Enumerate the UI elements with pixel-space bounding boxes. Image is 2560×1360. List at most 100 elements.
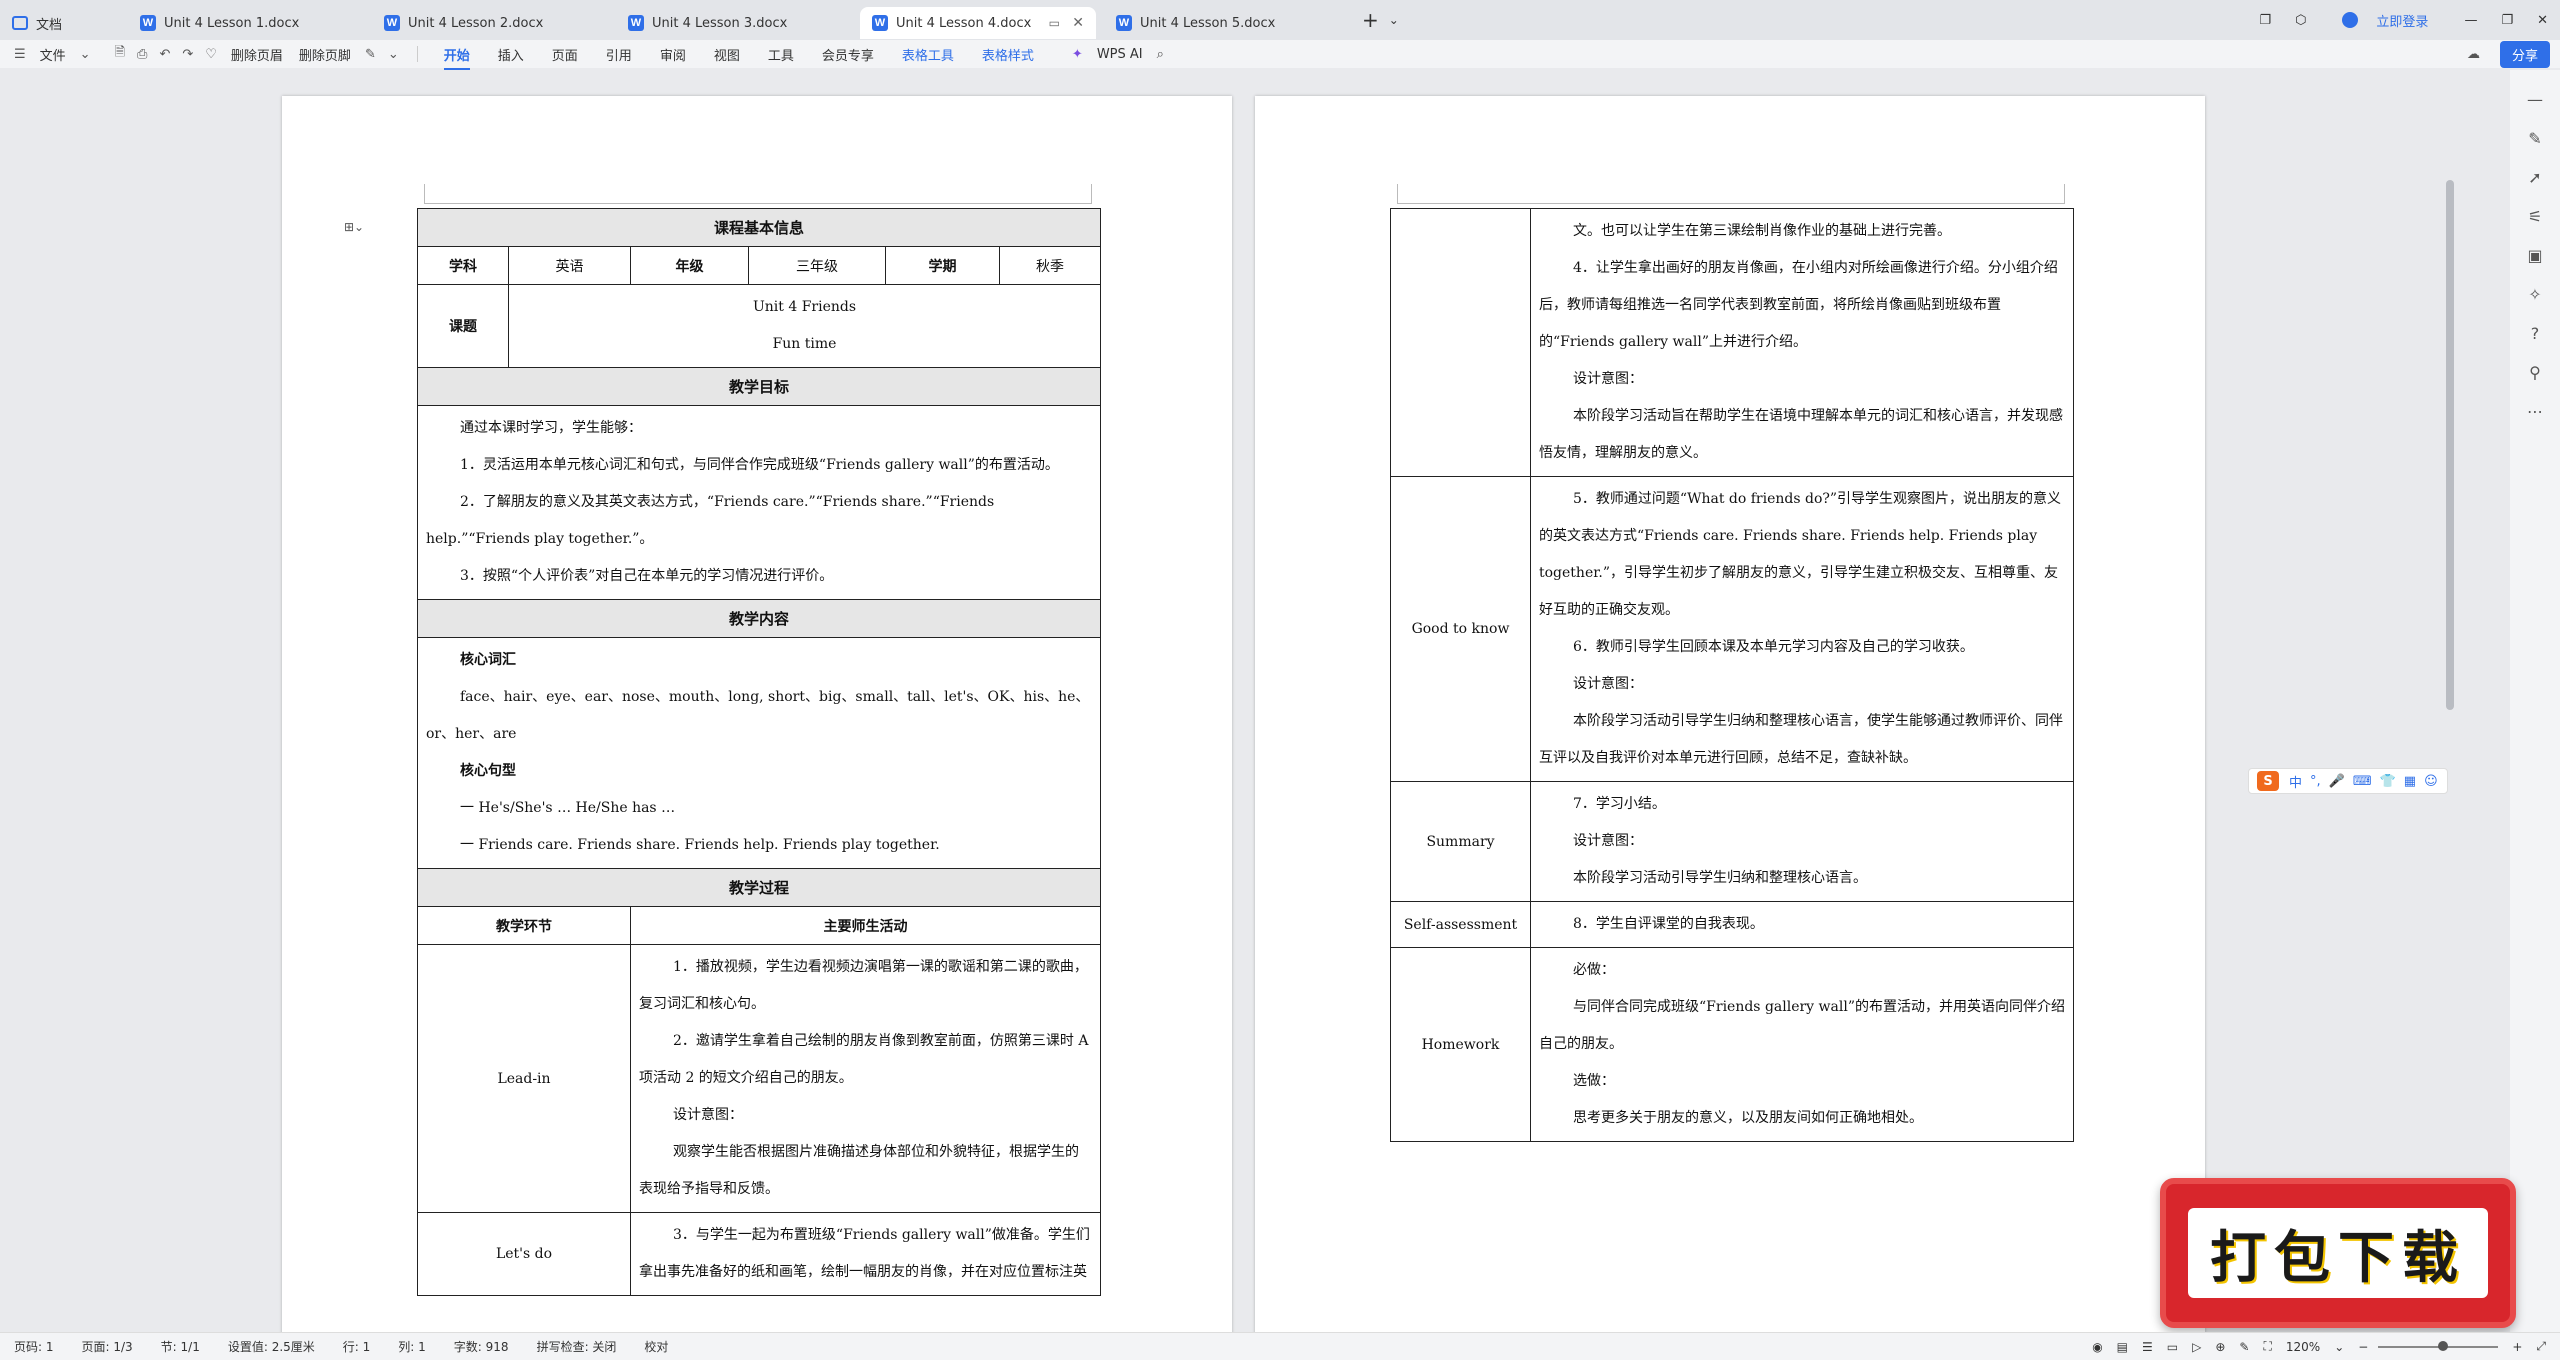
tab-document[interactable]: W Unit 4 Lesson 2.docx xyxy=(372,7,608,39)
ime-punctuation-icon[interactable]: °, xyxy=(2310,774,2321,789)
download-badge[interactable]: 打包下载 xyxy=(2160,1178,2516,1328)
heart-icon[interactable]: ♡ xyxy=(205,47,217,62)
zoom-slider[interactable] xyxy=(2378,1340,2499,1351)
input-method-bar[interactable]: S 中 °, 🎤 ⌨ 👕 ▦ ☺ xyxy=(2248,768,2448,794)
delete-footer-button[interactable]: 删除页脚 xyxy=(299,45,351,64)
tab-document-active[interactable]: W Unit 4 Lesson 4.docx ▭ ✕ xyxy=(860,7,1096,39)
login-button[interactable]: 立即登录 xyxy=(2330,11,2440,30)
stage-activity: 文。也可以让学生在第三课绘制肖像作业的基础上进行完善。 4．让学生拿出画好的朋友… xyxy=(1530,208,2074,477)
print-icon[interactable]: ⎙ xyxy=(137,47,147,62)
pattern-title: 核心句型 xyxy=(460,763,516,779)
zoom-out-icon[interactable]: − xyxy=(2358,1340,2368,1354)
stage-name: Summary xyxy=(1390,781,1531,902)
download-badge-label: 打包下载 xyxy=(2210,1225,2466,1291)
select-cursor-icon[interactable]: ➚ xyxy=(2528,168,2541,187)
play-icon[interactable]: ▷ xyxy=(2192,1340,2201,1354)
content-cell: 核心词汇 face、hair、eye、ear、nose、mouth、long, … xyxy=(416,637,1102,869)
tab-document[interactable]: W Unit 4 Lesson 1.docx xyxy=(128,7,364,39)
activity-text: 1．播放视频，学生边看视频边演唱第一课的歌谣和第二课的歌曲，复习词汇和核心句。 xyxy=(639,959,1088,1012)
goals-cell: 通过本课时学习，学生能够： 1．灵活运用本单元核心词汇和句式，与同伴合作完成班级… xyxy=(416,405,1102,600)
bookmark-icon[interactable]: ⚲ xyxy=(2529,363,2541,382)
tab-list-chevron-icon[interactable]: ⌄ xyxy=(1389,13,1399,27)
web-view-icon[interactable]: ⊕ xyxy=(2215,1340,2225,1354)
col-stage-header: 教学环节 xyxy=(417,906,631,945)
right-side-toolbar: — ✎ ➚ ⚟ ▣ ✧ ? ⚲ ⋯ xyxy=(2510,70,2560,1332)
eye-protect-icon[interactable]: ◉ xyxy=(2092,1340,2102,1354)
ime-skin-icon[interactable]: 👕 xyxy=(2380,774,2396,789)
window-layout-icon[interactable]: ❐ xyxy=(2259,13,2271,28)
status-pages[interactable]: 页面: 1/3 xyxy=(82,1338,133,1355)
delete-header-button[interactable]: 删除页眉 xyxy=(231,45,283,64)
close-tab-icon[interactable]: ✕ xyxy=(1072,15,1084,31)
image-icon[interactable]: ▣ xyxy=(2527,246,2542,265)
close-window-icon[interactable]: ✕ xyxy=(2537,13,2548,28)
status-col[interactable]: 列: 1 xyxy=(398,1338,426,1355)
ime-chinese-mode[interactable]: 中 xyxy=(2289,772,2302,791)
help-icon[interactable]: ? xyxy=(2531,324,2540,343)
status-section[interactable]: 节: 1/1 xyxy=(161,1338,200,1355)
goal-text: 3．按照“个人评价表”对自己在本单元的学习情况进行评价。 xyxy=(460,568,834,584)
document-page-1: ⊞⌄ 课程基本信息 学科 英语 年级 三年级 学期 秋季 课题 Unit 4 F… xyxy=(282,96,1232,1332)
menu-reference[interactable]: 引用 xyxy=(606,45,632,64)
more-icon[interactable]: ⋯ xyxy=(2527,402,2543,421)
menu-review[interactable]: 审阅 xyxy=(660,45,686,64)
menu-page[interactable]: 页面 xyxy=(552,45,578,64)
tab-label: Unit 4 Lesson 1.docx xyxy=(164,15,300,31)
menu-icon[interactable]: ☰ xyxy=(14,47,26,62)
zoom-in-icon[interactable]: + xyxy=(2512,1340,2522,1354)
header-area xyxy=(1397,184,2065,204)
restore-icon[interactable]: ❐ xyxy=(2501,13,2513,28)
fullscreen-icon[interactable]: ⤢ xyxy=(2536,1339,2546,1354)
status-row[interactable]: 行: 1 xyxy=(343,1338,371,1355)
cloud-sync-icon[interactable]: ☁ xyxy=(2467,47,2480,62)
new-tab-button[interactable]: + xyxy=(1362,8,1379,32)
status-setting[interactable]: 设置值: 2.5厘米 xyxy=(228,1338,315,1355)
menu-insert[interactable]: 插入 xyxy=(498,45,524,64)
file-menu[interactable]: 文件 xyxy=(40,45,66,64)
page-view-icon[interactable]: ▤ xyxy=(2117,1340,2128,1354)
status-spell-check[interactable]: 拼写检查: 关闭 xyxy=(537,1338,617,1355)
read-view-icon[interactable]: ▭ xyxy=(2167,1340,2178,1354)
cube-icon[interactable]: ⬡ xyxy=(2295,13,2306,28)
menu-table-tools[interactable]: 表格工具 xyxy=(902,45,954,64)
ime-voice-icon[interactable]: 🎤 xyxy=(2329,774,2345,789)
magic-wand-icon[interactable]: ✧ xyxy=(2528,285,2541,304)
status-page-number[interactable]: 页码: 1 xyxy=(14,1338,54,1355)
undo-icon[interactable]: ↶ xyxy=(159,47,170,62)
wps-ai-button[interactable]: WPS AI xyxy=(1097,47,1143,62)
activity-text: 4．让学生拿出画好的朋友肖像画，在小组内对所绘画像进行介绍。分小组介绍后，教师请… xyxy=(1539,260,2058,350)
minimize-icon[interactable]: — xyxy=(2464,13,2477,28)
menu-tools[interactable]: 工具 xyxy=(768,45,794,64)
tab-document[interactable]: W Unit 4 Lesson 5.docx xyxy=(1104,7,1340,39)
table-handle-icon[interactable]: ⊞⌄ xyxy=(344,220,364,234)
monitor-icon[interactable]: ▭ xyxy=(1049,16,1060,30)
status-word-count[interactable]: 字数: 918 xyxy=(454,1338,509,1355)
pen-icon[interactable]: ✎ xyxy=(2528,129,2541,148)
status-proofread[interactable]: 校对 xyxy=(644,1338,668,1355)
menu-home[interactable]: 开始 xyxy=(443,45,470,70)
edit-icon[interactable]: ✎ xyxy=(365,47,376,62)
ime-keyboard-icon[interactable]: ⌨ xyxy=(2353,774,2372,789)
grade-value: 三年级 xyxy=(748,246,886,285)
tab-document[interactable]: W Unit 4 Lesson 3.docx xyxy=(616,7,852,39)
menu-view[interactable]: 视图 xyxy=(714,45,740,64)
menu-member[interactable]: 会员专享 xyxy=(822,45,874,64)
fit-page-icon[interactable]: ⛶ xyxy=(2263,1339,2271,1354)
ime-apps-icon[interactable]: ▦ xyxy=(2404,774,2416,789)
save-icon[interactable]: 🗎 xyxy=(115,43,125,65)
zoom-level[interactable]: 120% xyxy=(2286,1340,2320,1354)
chevron-down-icon[interactable]: ⌄ xyxy=(388,47,399,62)
chevron-down-icon[interactable]: ⌄ xyxy=(80,47,91,62)
menu-table-style[interactable]: 表格样式 xyxy=(982,45,1034,64)
tab-home[interactable]: 文档 xyxy=(0,7,120,39)
ime-emoji-icon[interactable]: ☺ xyxy=(2424,774,2438,789)
collapse-icon[interactable]: — xyxy=(2527,90,2543,109)
outline-view-icon[interactable]: ☰ xyxy=(2142,1340,2153,1354)
vertical-scrollbar[interactable] xyxy=(2446,180,2454,710)
write-mode-icon[interactable]: ✎ xyxy=(2239,1340,2249,1354)
redo-icon[interactable]: ↷ xyxy=(182,47,193,62)
zoom-chevron-icon[interactable]: ⌄ xyxy=(2334,1340,2344,1354)
share-button[interactable]: 分享 xyxy=(2499,40,2550,68)
adjust-icon[interactable]: ⚟ xyxy=(2528,207,2542,226)
search-icon[interactable]: ⌕ xyxy=(1157,47,1164,62)
